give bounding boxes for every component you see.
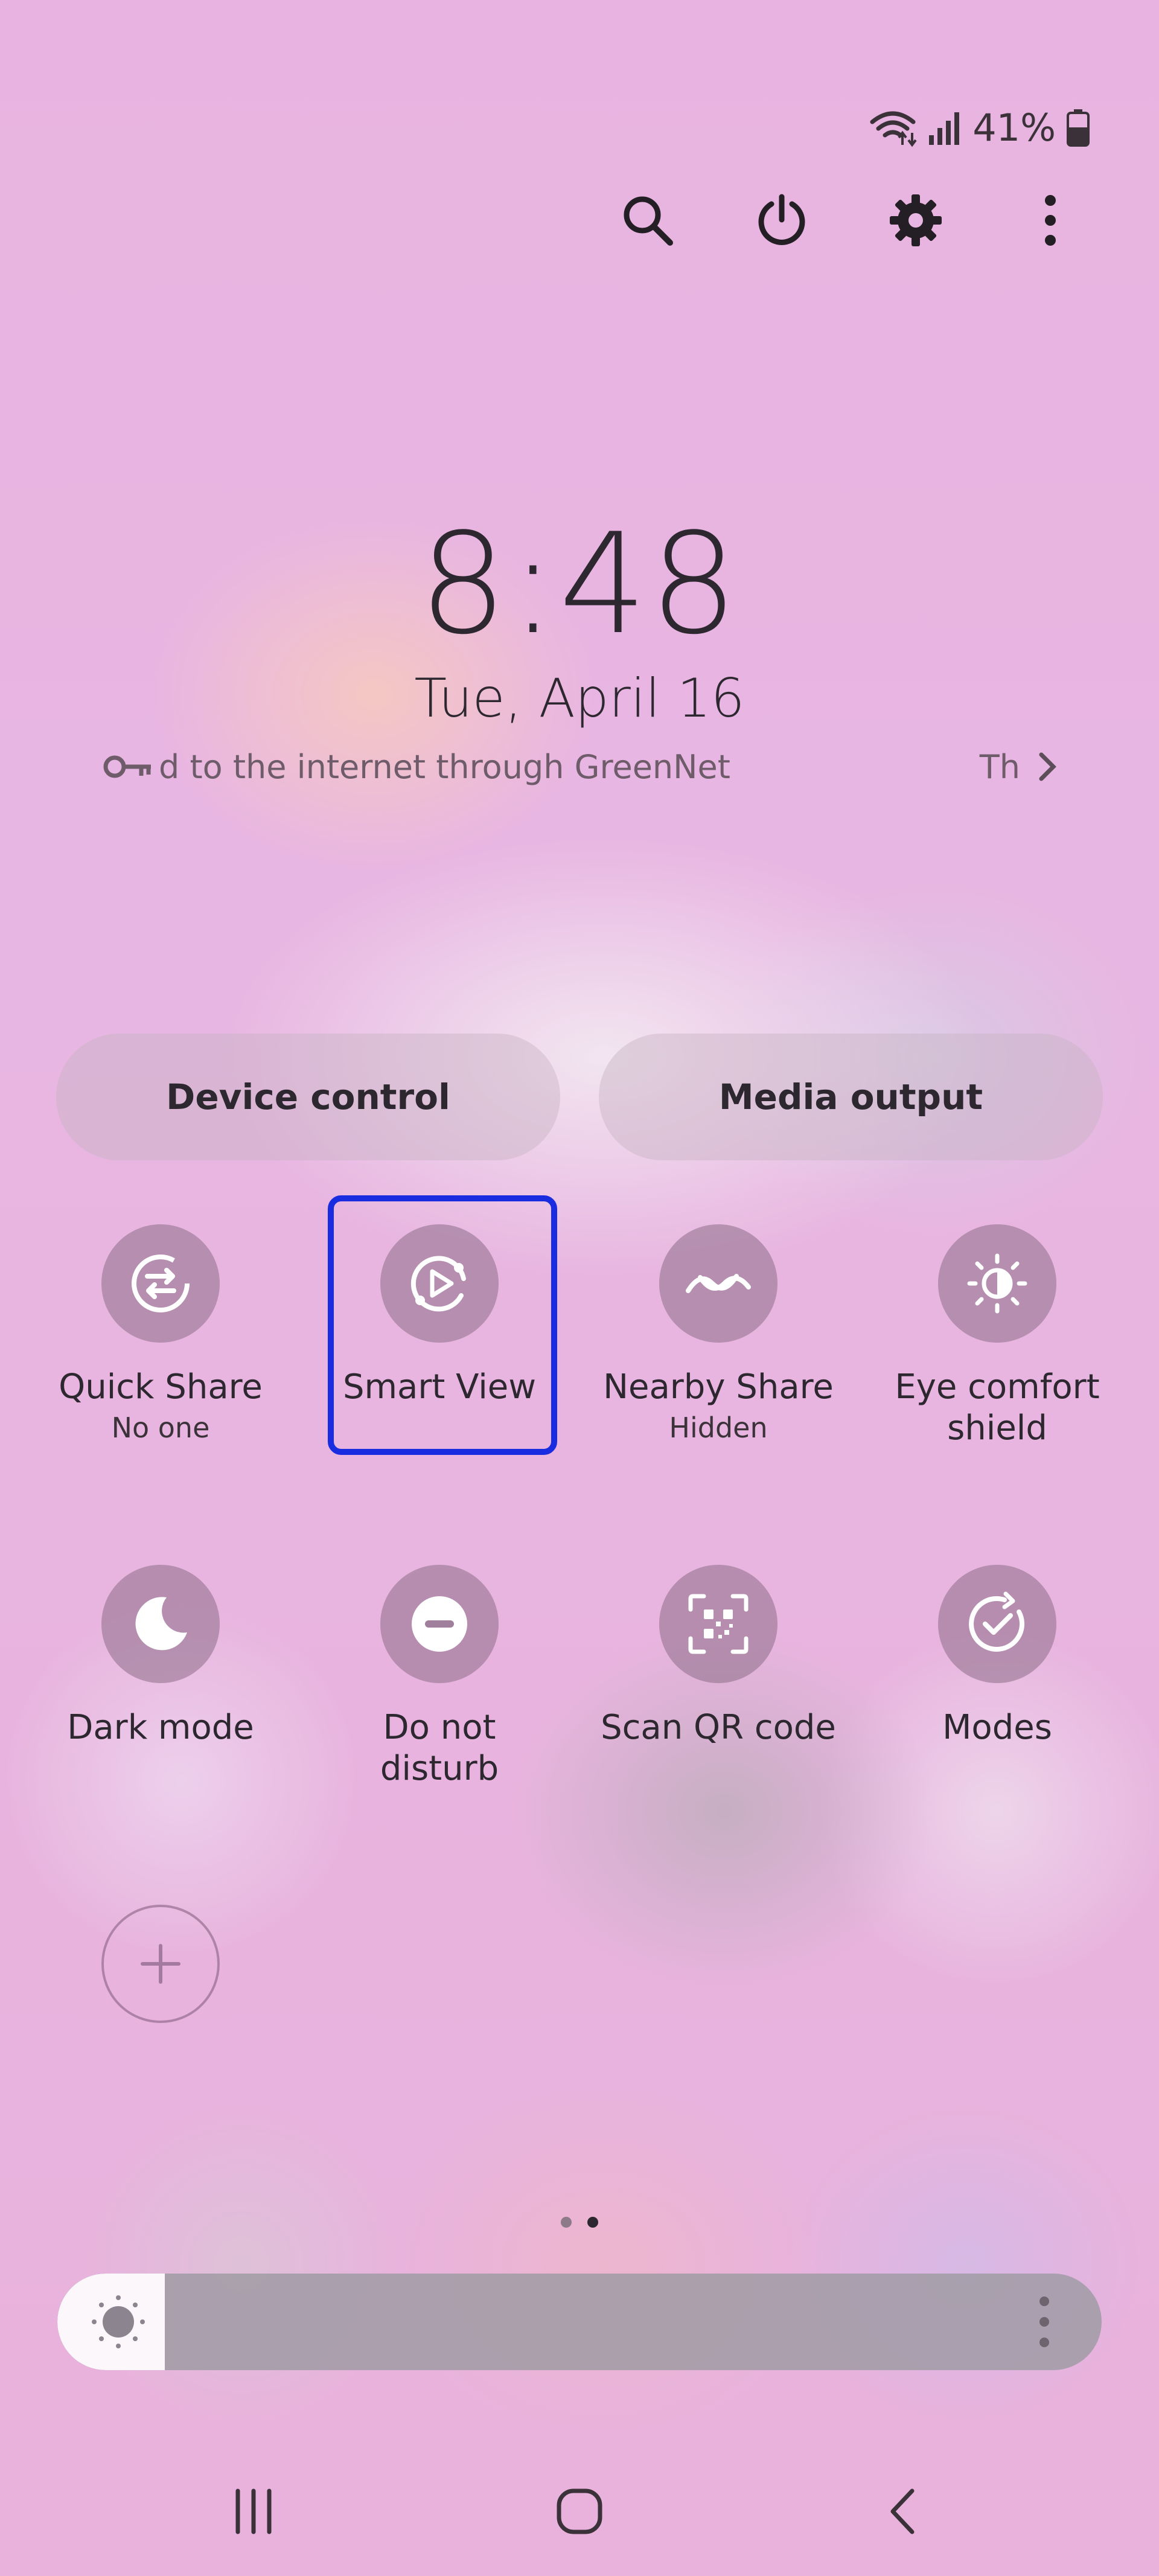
network-notice[interactable]: d to the internet through GreenNet Th (103, 743, 1056, 791)
tile-dark-mode-toggle[interactable] (101, 1565, 220, 1683)
tile-modes-toggle[interactable] (938, 1565, 1056, 1683)
tile-scan-qr-toggle[interactable] (659, 1565, 777, 1683)
status-bar: 41% (869, 106, 1090, 150)
eye-comfort-icon (967, 1253, 1027, 1314)
device-control-button[interactable]: Device control (56, 1034, 560, 1160)
vpn-key-icon (103, 755, 151, 778)
tile-eye-comfort-toggle[interactable] (938, 1224, 1056, 1343)
battery-icon (1067, 109, 1090, 147)
tile-nearby-share[interactable]: Nearby Share Hidden (598, 1224, 839, 1478)
more-vertical-icon[interactable] (1026, 2294, 1062, 2350)
tile-eye-comfort-shield[interactable]: Eye comfort shield (876, 1224, 1118, 1478)
tile-nearby-share-status: Hidden (669, 1411, 768, 1444)
tile-dnd-toggle[interactable] (380, 1565, 499, 1683)
brightness-icon (92, 2295, 145, 2348)
settings-button[interactable] (873, 178, 958, 263)
more-options-button[interactable] (1008, 178, 1093, 263)
search-icon (624, 196, 673, 246)
tile-quick-share-toggle[interactable] (101, 1224, 220, 1343)
tile-scan-qr-code[interactable]: Scan QR code (598, 1565, 839, 1818)
nearby-share-icon (686, 1274, 751, 1293)
clock-date[interactable]: Tue, April 16 (0, 667, 1159, 729)
network-notice-text: d to the internet through GreenNet (159, 747, 730, 786)
tile-dnd-label: Do not disturb (380, 1708, 499, 1788)
signal-icon (929, 112, 960, 145)
settings-icon (890, 194, 942, 246)
page-dot-2-active[interactable] (587, 2217, 598, 2228)
smart-view-highlight (328, 1195, 557, 1455)
plus-icon (141, 1944, 180, 1984)
quick-share-icon (132, 1254, 190, 1312)
do-not-disturb-icon (412, 1596, 467, 1652)
back-button[interactable] (860, 2481, 945, 2542)
network-notice-next-text: Th (979, 747, 1020, 786)
tile-modes[interactable]: Modes (876, 1565, 1118, 1818)
media-output-button[interactable]: Media output (599, 1034, 1103, 1160)
home-icon (557, 2488, 602, 2534)
home-button[interactable] (537, 2481, 622, 2542)
power-icon (758, 194, 805, 245)
qr-code-icon (688, 1594, 749, 1654)
wifi-data-icon (870, 111, 917, 147)
tile-dark-mode[interactable]: Dark mode (40, 1565, 281, 1818)
add-tile-button[interactable] (101, 1905, 220, 2023)
media-output-label: Media output (718, 1076, 983, 1117)
clock-time[interactable]: 8:48 (0, 504, 1159, 665)
brightness-slider[interactable] (57, 2274, 1102, 2370)
power-button[interactable] (739, 178, 824, 263)
tile-quick-share[interactable]: Quick Share No one (40, 1224, 281, 1478)
chevron-right-icon (1039, 752, 1056, 781)
tile-quick-share-label: Quick Share (59, 1367, 263, 1407)
device-control-label: Device control (166, 1076, 450, 1117)
tile-do-not-disturb[interactable]: Do not disturb (319, 1565, 560, 1818)
modes-icon (969, 1591, 1025, 1652)
more-options-icon (1045, 195, 1056, 246)
tile-eye-comfort-label: Eye comfort shield (895, 1367, 1100, 1448)
tile-modes-label: Modes (942, 1708, 1052, 1747)
battery-percentage: 41% (972, 106, 1056, 150)
page-indicator (0, 2217, 1159, 2228)
search-button[interactable] (605, 178, 690, 263)
tile-quick-share-status: No one (111, 1411, 210, 1444)
page-dot-1[interactable] (561, 2217, 572, 2228)
tile-scan-qr-label: Scan QR code (601, 1708, 836, 1747)
tile-nearby-share-label: Nearby Share (603, 1367, 834, 1407)
tile-dark-mode-label: Dark mode (67, 1708, 254, 1747)
dark-mode-icon (135, 1597, 187, 1651)
recents-icon (235, 2488, 272, 2534)
back-icon (890, 2488, 915, 2534)
tile-nearby-share-toggle[interactable] (659, 1224, 777, 1343)
recents-button[interactable] (211, 2481, 296, 2542)
